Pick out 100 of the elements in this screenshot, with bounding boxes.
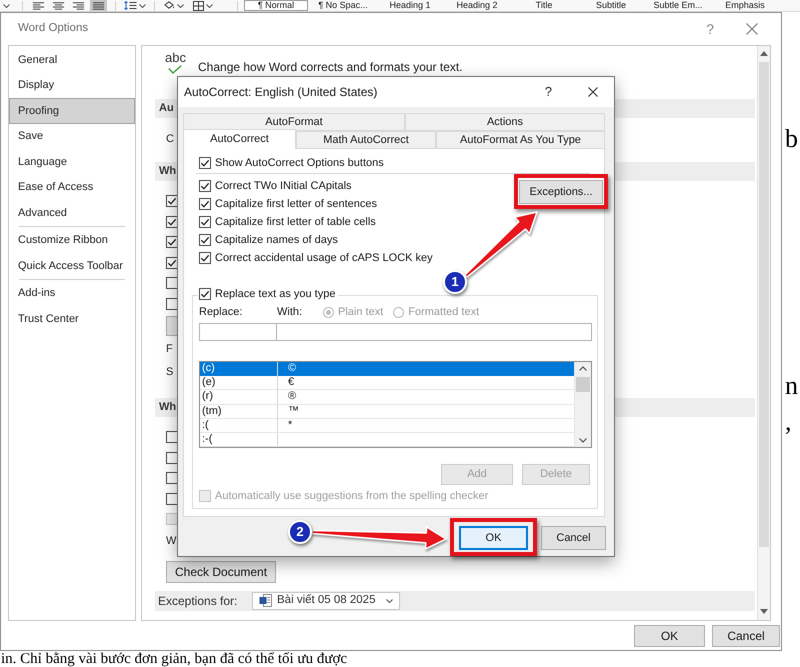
style-item[interactable]: Heading 2 bbox=[445, 0, 509, 11]
checkbox[interactable] bbox=[166, 195, 178, 208]
checkbox[interactable] bbox=[199, 288, 211, 300]
document-icon bbox=[259, 594, 272, 607]
caret-icon[interactable] bbox=[386, 598, 393, 602]
align-center-icon[interactable] bbox=[50, 0, 67, 11]
help-button[interactable]: ? bbox=[544, 82, 552, 102]
scroll-thumb[interactable] bbox=[576, 377, 590, 392]
tab[interactable]: Actions bbox=[405, 113, 605, 131]
triangle-up-icon[interactable] bbox=[760, 51, 768, 56]
checkbox[interactable] bbox=[199, 180, 211, 192]
list-row[interactable]: :( * bbox=[200, 418, 574, 433]
checkbox[interactable] bbox=[199, 216, 211, 228]
sidebar-item[interactable]: Trust Center bbox=[9, 306, 135, 332]
document-text: in. Chỉ bằng vài bước đơn giản, bạn đã có thể tối ưu được bbox=[0, 651, 348, 667]
tab[interactable]: AutoFormat As You Type bbox=[436, 131, 605, 149]
scroll-thumb[interactable] bbox=[759, 62, 769, 547]
style-item[interactable]: Emphasis bbox=[713, 0, 777, 11]
tab[interactable]: Math AutoCorrect bbox=[296, 131, 436, 149]
replace-label: Replace: bbox=[199, 304, 244, 320]
style-item[interactable]: Heading 1 bbox=[378, 0, 442, 11]
style-item[interactable]: ¶ No Spac... bbox=[311, 0, 375, 11]
checkbox[interactable] bbox=[199, 252, 211, 264]
list-cell: :( bbox=[200, 418, 278, 432]
abc-label: abc bbox=[165, 50, 186, 65]
with-label: With: bbox=[277, 304, 304, 320]
caret-icon[interactable] bbox=[206, 4, 213, 8]
sidebar-item[interactable]: Display bbox=[9, 72, 135, 98]
document-text: , bbox=[785, 407, 792, 437]
cancel-button[interactable]: Cancel bbox=[541, 526, 606, 550]
style-item[interactable]: Subtitle bbox=[579, 0, 643, 11]
checkbox[interactable] bbox=[166, 236, 178, 248]
sidebar-item[interactable]: Language bbox=[9, 149, 135, 174]
checkbox[interactable] bbox=[199, 198, 211, 210]
style-item[interactable]: ¶ Normal bbox=[244, 0, 308, 11]
sidebar-item[interactable]: Advanced bbox=[9, 200, 135, 226]
sidebar-item[interactable]: Save bbox=[9, 124, 135, 149]
document-text: n bbox=[785, 371, 799, 401]
checkbox-label[interactable]: Capitalize first letter of table cells bbox=[215, 214, 376, 230]
list-cell: :-( bbox=[200, 432, 278, 446]
grid-icon[interactable] bbox=[193, 0, 204, 10]
caret-icon[interactable] bbox=[3, 4, 10, 8]
ok-button[interactable]: OK bbox=[459, 526, 528, 550]
ok-button[interactable]: OK bbox=[634, 625, 705, 647]
option-text: S bbox=[166, 365, 174, 380]
checkbox-label[interactable]: Replace text as you type bbox=[215, 286, 336, 302]
list-cell-text: © bbox=[287, 362, 296, 376]
option-text: F bbox=[166, 342, 173, 358]
sidebar-item[interactable]: Proofing bbox=[9, 98, 135, 124]
checkbox[interactable] bbox=[166, 298, 178, 310]
checkbox[interactable] bbox=[166, 472, 178, 484]
list-cell: (c) bbox=[200, 362, 278, 376]
caret-icon[interactable] bbox=[139, 4, 146, 8]
style-item[interactable]: Title bbox=[512, 0, 576, 11]
checkbox[interactable] bbox=[166, 216, 178, 228]
align-left-icon[interactable] bbox=[30, 0, 47, 11]
list-cell: (r) bbox=[200, 390, 278, 404]
style-item[interactable]: Subtle Em... bbox=[646, 0, 710, 11]
sidebar-item[interactable]: Quick Access Toolbar bbox=[9, 253, 135, 278]
list-row[interactable]: (tm) ™ bbox=[200, 404, 574, 419]
scrollbar[interactable] bbox=[574, 362, 591, 447]
option-text: C bbox=[166, 132, 174, 148]
checkbox[interactable] bbox=[199, 234, 211, 246]
exceptions-button[interactable]: Exceptions... bbox=[519, 180, 603, 204]
checkbox[interactable] bbox=[166, 277, 178, 290]
replace-field[interactable] bbox=[199, 323, 277, 341]
close-icon[interactable] bbox=[588, 87, 598, 97]
with-field[interactable] bbox=[277, 323, 592, 341]
checkbox[interactable] bbox=[199, 157, 211, 169]
checkbox-label[interactable]: Capitalize first letter of sentences bbox=[215, 196, 378, 212]
checkbox[interactable] bbox=[166, 452, 178, 464]
option-text: W bbox=[166, 534, 176, 549]
list-row[interactable]: (c) © bbox=[200, 362, 574, 376]
caret-icon[interactable] bbox=[177, 4, 184, 8]
checkbox[interactable] bbox=[166, 492, 178, 505]
checkbox-label[interactable]: Capitalize names of days bbox=[215, 232, 338, 248]
scrollbar[interactable] bbox=[757, 46, 770, 620]
sidebar-item[interactable]: Ease of Access bbox=[9, 174, 135, 200]
paint-bucket-icon[interactable] bbox=[163, 1, 175, 10]
tab[interactable]: AutoFormat bbox=[183, 113, 405, 131]
chevron-down-icon[interactable] bbox=[579, 438, 587, 443]
list-row[interactable]: (e) € bbox=[200, 376, 574, 390]
list-row[interactable]: :-( bbox=[200, 432, 574, 448]
action-button[interactable]: Check Document bbox=[166, 560, 276, 582]
checkbox[interactable] bbox=[166, 256, 178, 269]
triangle-down-icon[interactable] bbox=[760, 609, 768, 614]
chevron-up-icon[interactable] bbox=[579, 366, 587, 371]
justify-icon[interactable] bbox=[90, 0, 107, 11]
cancel-button[interactable]: Cancel bbox=[712, 625, 780, 647]
sidebar-item[interactable]: Add-ins bbox=[9, 280, 135, 306]
sidebar-item[interactable]: Customize Ribbon bbox=[9, 228, 135, 253]
tab[interactable]: AutoCorrect bbox=[183, 129, 296, 149]
list-row[interactable]: (r) ® bbox=[200, 390, 574, 405]
document-dropdown[interactable]: Bài viết 05 08 2025 bbox=[252, 592, 400, 610]
line-spacing-icon[interactable] bbox=[124, 1, 137, 10]
align-right-icon[interactable] bbox=[70, 0, 87, 11]
sidebar-item[interactable]: General bbox=[9, 47, 135, 72]
checkbox-label[interactable]: Correct accidental usage of cAPS LOCK key bbox=[215, 250, 433, 266]
checkbox[interactable] bbox=[166, 431, 178, 444]
list-cell-text: ™ bbox=[287, 404, 299, 418]
